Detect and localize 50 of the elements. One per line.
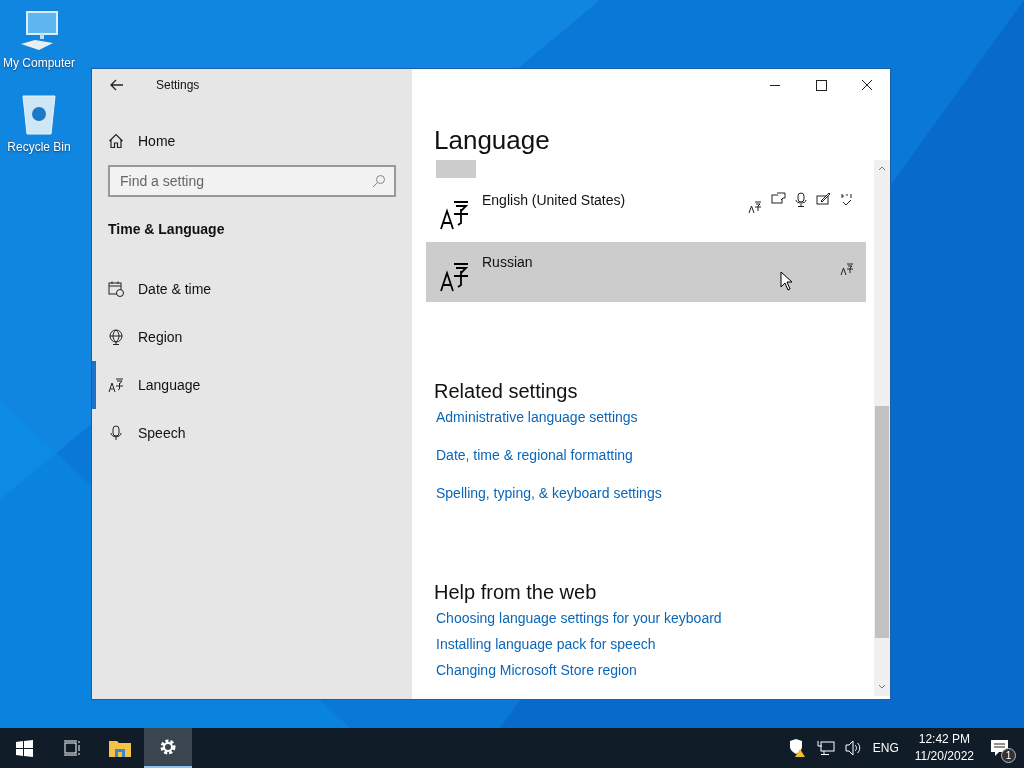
- language-icon: [748, 200, 762, 214]
- settings-link[interactable]: Spelling, typing, & keyboard settings: [436, 485, 662, 501]
- help-link[interactable]: Installing language pack for speech: [436, 636, 656, 652]
- speech-bubble-icon: [771, 192, 786, 206]
- windows-logo-icon: [15, 739, 33, 757]
- shield-warning-icon[interactable]: [788, 739, 807, 757]
- section-heading: Help from the web: [434, 581, 598, 604]
- sidebar-item[interactable]: Speech: [92, 409, 396, 457]
- sidebar-item[interactable]: Region: [92, 313, 396, 361]
- search-icon: [372, 174, 386, 188]
- section-heading: Related settings: [434, 380, 579, 403]
- language-icon: [840, 262, 854, 276]
- folder-icon: [109, 739, 131, 757]
- spell-check-icon: [840, 192, 854, 207]
- gear-icon: [159, 738, 177, 756]
- notification-badge: 1: [1001, 748, 1016, 763]
- language-icon: [440, 260, 470, 292]
- page-title: Language: [434, 125, 551, 156]
- scrollbar[interactable]: [874, 160, 890, 696]
- globe-icon: [108, 329, 124, 345]
- window-title: Settings: [156, 78, 200, 92]
- microphone-icon: [795, 192, 807, 207]
- home-icon: [108, 133, 124, 149]
- pen-icon: [816, 192, 831, 206]
- network-icon[interactable]: [816, 740, 835, 756]
- language-icon: [108, 377, 124, 393]
- mouse-cursor-icon: [780, 271, 794, 291]
- task-view-icon: [63, 740, 81, 756]
- taskbar-button[interactable]: [144, 728, 192, 768]
- installed-language-row[interactable]: Russian: [426, 242, 866, 302]
- sidebar-item[interactable]: Date & time: [92, 265, 396, 313]
- back-arrow-icon[interactable]: [110, 79, 124, 91]
- desktop-icon-label[interactable]: Recycle Bin: [7, 140, 71, 154]
- sidebar-item[interactable]: Language: [92, 361, 396, 409]
- desktop-icon-label[interactable]: My Computer: [3, 56, 75, 70]
- search-field[interactable]: Find a setting: [108, 165, 396, 197]
- microphone-icon: [108, 425, 124, 441]
- clock-time[interactable]: 12:42 PM: [918, 731, 971, 748]
- settings-link[interactable]: Administrative language settings: [436, 409, 638, 425]
- language-icon: [440, 198, 470, 230]
- home-link[interactable]: Home: [138, 133, 176, 149]
- section-heading: Time & Language: [108, 221, 226, 237]
- settings-link[interactable]: Date, time & regional formatting: [436, 447, 633, 463]
- help-link[interactable]: Changing Microsoft Store region: [436, 662, 637, 678]
- input-language-indicator[interactable]: ENG: [872, 741, 899, 755]
- clock-date[interactable]: 11/20/2022: [914, 748, 974, 765]
- calendar-icon: [108, 281, 124, 297]
- volume-icon[interactable]: [844, 740, 863, 756]
- help-link[interactable]: Choosing language settings for your keyboard: [436, 610, 722, 626]
- installed-language-row[interactable]: English (United States): [426, 180, 866, 240]
